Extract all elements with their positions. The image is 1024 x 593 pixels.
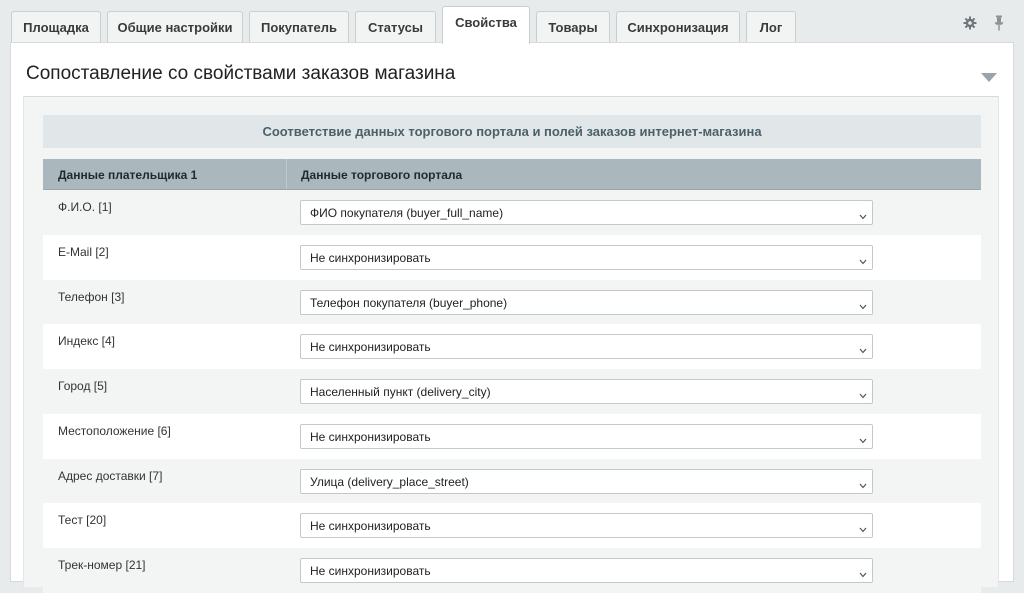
chevron-down-icon	[859, 478, 867, 492]
portal-field-select[interactable]: Не синхронизировать	[300, 558, 873, 583]
tab-buyer[interactable]: Покупатель	[249, 11, 349, 42]
select-value: Не синхронизировать	[310, 564, 431, 578]
tab-statuses[interactable]: Статусы	[355, 11, 436, 42]
select-value: Не синхронизировать	[310, 340, 431, 355]
tab-products[interactable]: Товары	[536, 11, 610, 42]
property-label: Телефон [3]	[58, 289, 125, 304]
select-value: Телефон покупателя (buyer_phone)	[310, 295, 508, 310]
properties-panel: Сопоставление со свойствами заказов мага…	[10, 42, 1014, 593]
portal-field-select[interactable]: Населенный пункт (delivery_city)	[300, 379, 873, 404]
tab-label: Покупатель	[261, 19, 337, 35]
collapse-arrow-icon[interactable]	[981, 69, 997, 87]
chevron-down-icon	[859, 299, 867, 313]
tab-label: Общие настройки	[117, 19, 233, 35]
chevron-down-icon	[859, 433, 867, 447]
table-row: Город [5] Населенный пункт (delivery_cit…	[43, 369, 981, 414]
table-row: E-Mail [2] Не синхронизировать	[43, 234, 981, 280]
property-label: Индекс [4]	[58, 334, 115, 349]
tab-label: Лог	[759, 19, 783, 35]
select-value: Улица (delivery_place_street)	[310, 474, 469, 489]
tab-sync[interactable]: Синхронизация	[616, 11, 740, 42]
chevron-down-icon	[859, 388, 867, 402]
tab-general-settings[interactable]: Общие настройки	[107, 11, 243, 42]
portal-field-select[interactable]: Не синхронизировать	[300, 334, 873, 360]
portal-field-select[interactable]: Не синхронизировать	[300, 244, 873, 270]
chevron-down-icon	[859, 209, 867, 223]
property-label: Трек-номер [21]	[58, 558, 146, 572]
chevron-down-icon	[859, 343, 867, 357]
tab-platform[interactable]: Площадка	[11, 11, 101, 42]
mapping-area: Соответствие данных торгового портала и …	[23, 97, 999, 593]
column-header-portal-data: Данные торгового портала	[301, 168, 463, 182]
property-label: Ф.И.О. [1]	[58, 200, 112, 214]
chevron-down-icon	[859, 567, 867, 581]
tab-label: Статусы	[368, 19, 423, 35]
table-row: Телефон [3] Телефон покупателя (buyer_ph…	[43, 279, 981, 325]
gear-icon[interactable]	[962, 15, 978, 31]
property-label: E-Mail [2]	[58, 244, 109, 259]
select-value: ФИО покупателя (buyer_full_name)	[310, 206, 504, 220]
select-value: Населенный пункт (delivery_city)	[310, 385, 491, 399]
portal-field-select[interactable]: Не синхронизировать	[300, 513, 873, 539]
section-heading: Соответствие данных торгового портала и …	[43, 115, 981, 148]
tab-properties[interactable]: Свойства	[442, 6, 530, 44]
property-label: Город [5]	[58, 379, 108, 393]
tab-log[interactable]: Лог	[746, 11, 796, 42]
chevron-down-icon	[859, 522, 867, 536]
chevron-down-icon	[859, 254, 867, 268]
select-value: Не синхронизировать	[310, 250, 431, 265]
tab-label: Свойства	[455, 15, 517, 30]
table-row: Индекс [4] Не синхронизировать	[43, 324, 981, 369]
tab-label: Синхронизация	[627, 19, 729, 35]
column-divider	[286, 159, 287, 189]
select-value: Не синхронизировать	[310, 429, 431, 444]
property-label: Адрес доставки [7]	[58, 468, 163, 483]
portal-field-select[interactable]: Улица (delivery_place_street)	[300, 468, 873, 494]
table-row: Трек-номер [21] Не синхронизировать	[43, 548, 981, 593]
portal-field-select[interactable]: ФИО покупателя (buyer_full_name)	[300, 200, 873, 225]
property-label: Тест [20]	[58, 513, 107, 528]
pin-icon[interactable]	[991, 15, 1007, 31]
portal-field-select[interactable]: Телефон покупателя (buyer_phone)	[300, 289, 873, 315]
tab-label: Площадка	[23, 19, 89, 35]
select-value: Не синхронизировать	[310, 519, 431, 534]
table-row: Местоположение [6] Не синхронизировать	[43, 413, 981, 459]
tab-bar: Площадка Общие настройки Покупатель Стат…	[0, 0, 1024, 44]
panel-title: Сопоставление со свойствами заказов мага…	[26, 63, 456, 84]
mapping-table-body: Ф.И.О. [1] ФИО покупателя (buyer_full_na…	[43, 190, 981, 593]
table-row: Тест [20] Не синхронизировать	[43, 503, 981, 548]
table-header: Данные плательщика 1 Данные торгового по…	[43, 159, 981, 190]
property-label: Местоположение [6]	[58, 423, 171, 438]
portal-field-select[interactable]: Не синхронизировать	[300, 423, 873, 449]
table-row: Ф.И.О. [1] ФИО покупателя (buyer_full_na…	[43, 190, 981, 235]
table-row: Адрес доставки [7] Улица (delivery_place…	[43, 458, 981, 504]
column-header-payer-data: Данные плательщика 1	[58, 168, 198, 182]
tab-label: Товары	[548, 19, 598, 35]
